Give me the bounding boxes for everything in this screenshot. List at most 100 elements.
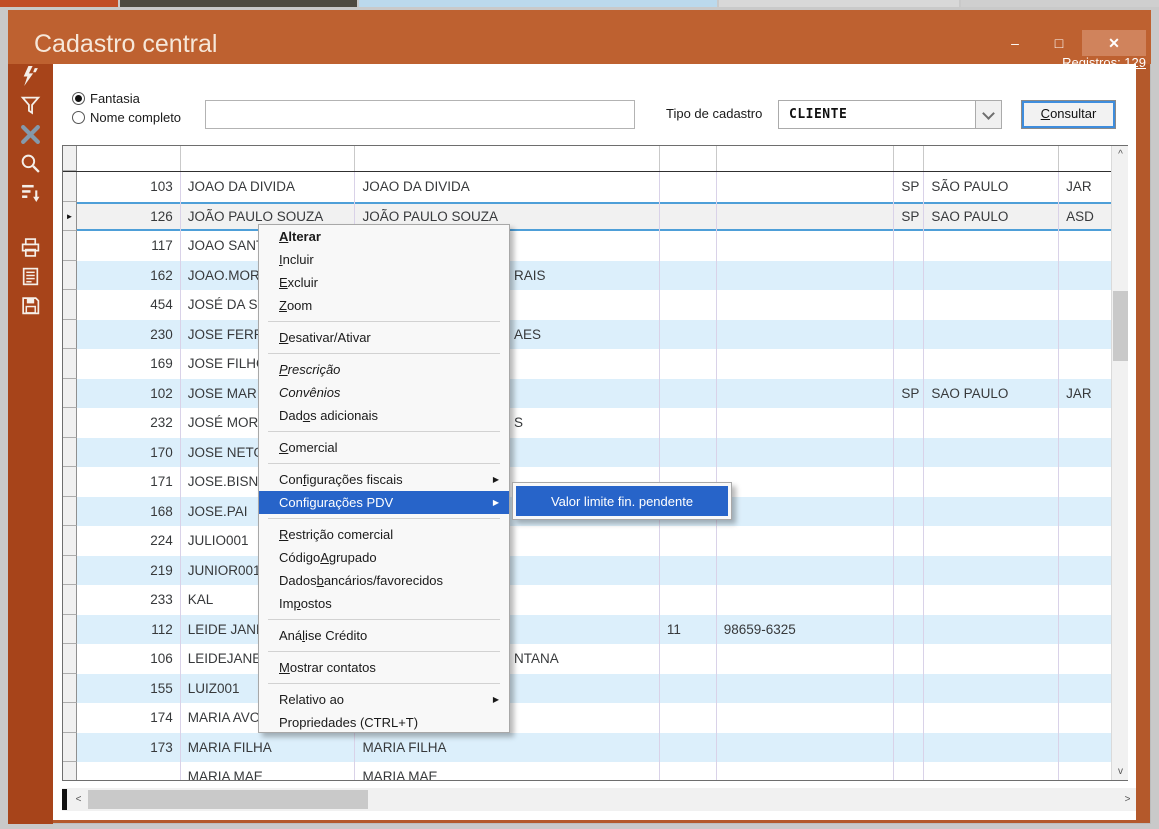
menu-item[interactable]: Mostrar contatos (259, 656, 509, 679)
table-row[interactable]: 162 JOAO.MORA RAIS (63, 261, 1127, 291)
menu-item[interactable] (259, 459, 509, 468)
table-row[interactable]: 219 JUNIOR001 (63, 556, 1127, 586)
menu-item[interactable]: Dados bancários/favorecidos (259, 569, 509, 592)
report-icon[interactable] (20, 266, 41, 287)
menu-item[interactable]: Propriedades (CTRL+T) (259, 711, 509, 734)
menu-item[interactable]: Dados adicionais (259, 404, 509, 427)
zoom-icon[interactable] (20, 153, 41, 174)
menu-item[interactable]: Convênios (259, 381, 509, 404)
cell-fone (717, 467, 895, 497)
refresh-icon[interactable] (20, 66, 41, 87)
radio-nome-circle[interactable] (72, 111, 85, 124)
radio-fantasia[interactable]: Fantasia (72, 91, 140, 106)
menu-item[interactable]: Código Agrupado (259, 546, 509, 569)
menu-item[interactable] (259, 427, 509, 436)
table-row[interactable]: 117 JOAO SANTO (63, 231, 1127, 261)
submenu-arrow-icon: ▶ (493, 498, 499, 507)
menu-item[interactable]: Configurações PDV ▶ (259, 491, 509, 514)
menu-item[interactable] (259, 514, 509, 523)
tipo-cadastro-combobox[interactable]: CLIENTE (778, 100, 1002, 129)
menu-item-mnemonic: A (320, 550, 329, 565)
menu-item[interactable]: Análise Crédito (259, 624, 509, 647)
search-input[interactable] (205, 100, 635, 129)
menu-item[interactable] (259, 647, 509, 656)
screen: Cadastro central – □ ✕ Registros: 129 Fa… (0, 0, 1159, 829)
minimize-button[interactable]: – (994, 30, 1036, 56)
table-row[interactable]: 233 KAL (63, 585, 1127, 615)
radio-nome-label: Nome completo (90, 110, 181, 125)
menu-item[interactable]: Desativar/Ativar (259, 326, 509, 349)
column-header[interactable] (717, 146, 895, 171)
menu-item[interactable]: Configurações fiscais ▶ (259, 468, 509, 491)
table-row[interactable]: 106 LEIDEJANE A NTANA (63, 644, 1127, 674)
column-header[interactable] (894, 146, 924, 171)
chevron-down-icon[interactable] (975, 101, 1001, 128)
sort-icon[interactable] (20, 182, 41, 203)
cell-fone (717, 556, 895, 586)
menu-item[interactable]: Excluir (259, 271, 509, 294)
table-row[interactable]: 224 JULIO001 (63, 526, 1127, 556)
maximize-button[interactable]: □ (1038, 30, 1080, 56)
table-row[interactable]: MARIA MAE MARIA MAE (63, 762, 1127, 781)
table-row[interactable]: 155 LUIZ001 (63, 674, 1127, 704)
table-row[interactable]: 103 JOAO DA DIVIDA JOAO DA DIVIDA SP SÃO… (63, 172, 1127, 202)
close-button[interactable]: ✕ (1082, 30, 1146, 56)
submenu-item-valor-limite[interactable]: Valor limite fin. pendente (516, 486, 728, 516)
menu-item[interactable] (259, 349, 509, 358)
table-row[interactable]: 112 LEIDE JANE S 11 98659-6325 (63, 615, 1127, 645)
table-row[interactable]: 174 MARIA AVO (63, 703, 1127, 733)
menu-item[interactable]: Relativo ao ▶ (259, 688, 509, 711)
horizontal-scrollbar[interactable]: < > (62, 788, 1136, 811)
cell-ddd (660, 172, 717, 202)
table-row[interactable]: 173 MARIA FILHA MARIA FILHA (63, 733, 1127, 763)
cell-ddd (660, 349, 717, 379)
column-header[interactable] (924, 146, 1059, 171)
clear-filter-icon[interactable] (20, 124, 41, 145)
radio-nome-completo[interactable]: Nome completo (72, 110, 181, 125)
cell-uf (894, 497, 924, 527)
row-marker-cell (63, 467, 77, 497)
cell-fone (717, 261, 895, 291)
menu-item[interactable]: Zoom (259, 294, 509, 317)
table-row[interactable]: ► 126 JOÃO PAULO SOUZA JOÃO PAULO SOUZA … (63, 202, 1127, 232)
column-header[interactable] (77, 146, 181, 171)
row-marker-cell (63, 703, 77, 733)
save-icon[interactable] (20, 295, 41, 316)
scroll-up-icon[interactable]: ^ (1112, 146, 1129, 163)
filter-icon[interactable] (20, 95, 41, 116)
scroll-down-icon[interactable]: v (1112, 763, 1129, 780)
column-header[interactable] (63, 146, 77, 171)
scroll-left-icon[interactable]: < (70, 791, 87, 808)
print-icon[interactable] (20, 237, 41, 258)
row-marker-cell (63, 615, 77, 645)
menu-item[interactable]: Comercial (259, 436, 509, 459)
cell-fone (717, 408, 895, 438)
column-header[interactable] (355, 146, 659, 171)
consultar-button[interactable]: Consultar (1022, 101, 1115, 128)
cell-ddd (660, 320, 717, 350)
menu-item[interactable]: Alterar (259, 225, 509, 248)
column-header[interactable] (660, 146, 717, 171)
menu-item[interactable]: Incluir (259, 248, 509, 271)
table-row[interactable]: 454 JOSÉ DA SILV (63, 290, 1127, 320)
menu-item-text: Convênios (279, 385, 340, 400)
scroll-right-icon[interactable]: > (1119, 791, 1136, 808)
menu-item[interactable]: Restrição comercial (259, 523, 509, 546)
vertical-scrollbar[interactable]: ^ v (1111, 146, 1128, 780)
horizontal-scrollbar-thumb[interactable] (88, 790, 368, 809)
table-row[interactable]: 170 JOSE NETO (63, 438, 1127, 468)
menu-item[interactable] (259, 679, 509, 688)
table-row[interactable]: 102 JOSE MARIA SP SAO PAULO JAR (63, 379, 1127, 409)
vertical-scrollbar-thumb[interactable] (1113, 291, 1128, 361)
menu-item[interactable] (259, 615, 509, 624)
cell-ddd (660, 762, 717, 781)
table-row[interactable]: 169 JOSE FILHO (63, 349, 1127, 379)
column-header[interactable] (181, 146, 356, 171)
menu-item[interactable] (259, 317, 509, 326)
radio-fantasia-circle[interactable] (72, 92, 85, 105)
table-row[interactable]: 232 JOSÉ MORAE S (63, 408, 1127, 438)
menu-item[interactable]: Impostos (259, 592, 509, 615)
menu-item[interactable]: Prescrição (259, 358, 509, 381)
table-row[interactable]: 230 JOSE FERREIR AES (63, 320, 1127, 350)
cell-fone (717, 379, 895, 409)
